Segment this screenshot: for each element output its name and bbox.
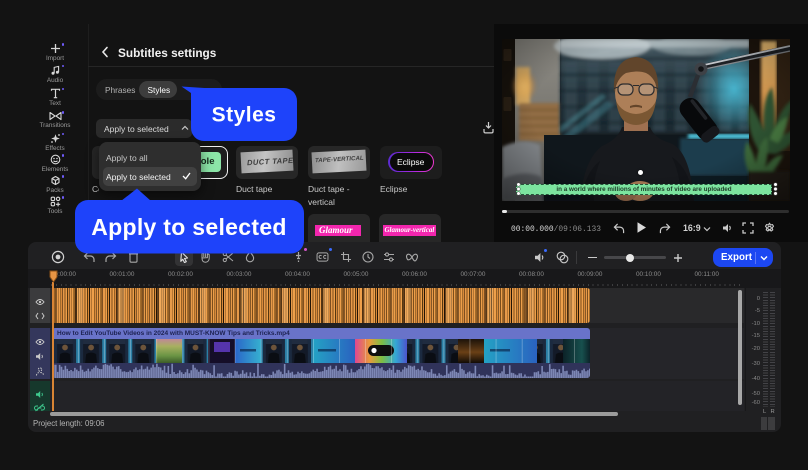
svg-text:Styles: Styles bbox=[212, 104, 277, 127]
svg-text:Apply to selected: Apply to selected bbox=[91, 214, 287, 240]
